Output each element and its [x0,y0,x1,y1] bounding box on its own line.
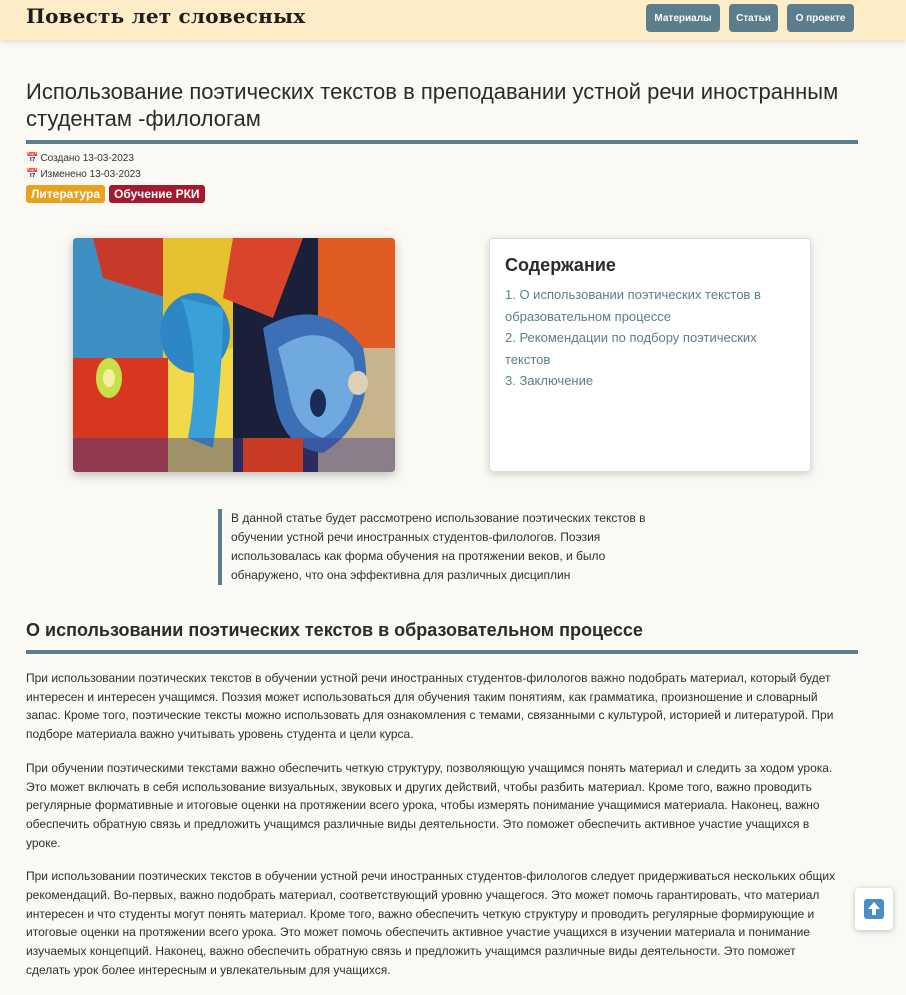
section-divider [26,650,858,654]
page-title: Использование поэтических текстов в преп… [26,79,839,131]
toc-link-1[interactable]: 1. О использовании поэтических текстов в… [505,284,795,327]
tag-literature[interactable]: Литература [26,185,106,203]
scroll-to-top-button[interactable] [855,888,893,930]
arrow-up-icon [864,899,884,919]
site-logo[interactable]: Повесть лет словесных [26,4,305,28]
title-divider [26,140,858,144]
nav-materials-button[interactable]: Материалы [646,4,720,32]
toc-title: Содержание [505,255,616,275]
tag-rki[interactable]: Обучение РКИ [109,185,205,203]
lead-quote: В данной статье будет рассмотрено исполь… [218,509,678,585]
calendar-icon: 📅 [26,153,39,164]
paragraph: При обучении поэтическими текстами важно… [26,760,833,850]
nav-about-button[interactable]: О проекте [787,4,854,32]
toc-link-3[interactable]: 3. Заключение [505,370,795,392]
modified-date: 📅 Изменено 13-03-2023 [26,169,141,180]
created-date: 📅 Создано 13-03-2023 [26,153,134,164]
modified-text: Изменено 13-03-2023 [40,169,141,180]
calendar-icon: 📅 [26,169,39,180]
section-body: При использовании поэтических текстов в … [26,669,841,995]
top-navbar: Повесть лет словесных Материалы Статьи О… [0,0,906,40]
tag-list: Литература Обучение РКИ [26,185,205,203]
paragraph: При использовании поэтических текстов в … [26,869,836,977]
toc-link-2[interactable]: 2. Рекомендации по подбору поэтических т… [505,327,795,370]
nav-articles-button[interactable]: Статьи [729,4,778,32]
article-illustration [73,238,395,472]
section-title: О использовании поэтических текстов в об… [26,620,643,640]
created-text: Создано 13-03-2023 [40,153,134,164]
paragraph: При использовании поэтических текстов в … [26,671,834,742]
table-of-contents: Содержание 1. О использовании поэтически… [489,238,811,472]
